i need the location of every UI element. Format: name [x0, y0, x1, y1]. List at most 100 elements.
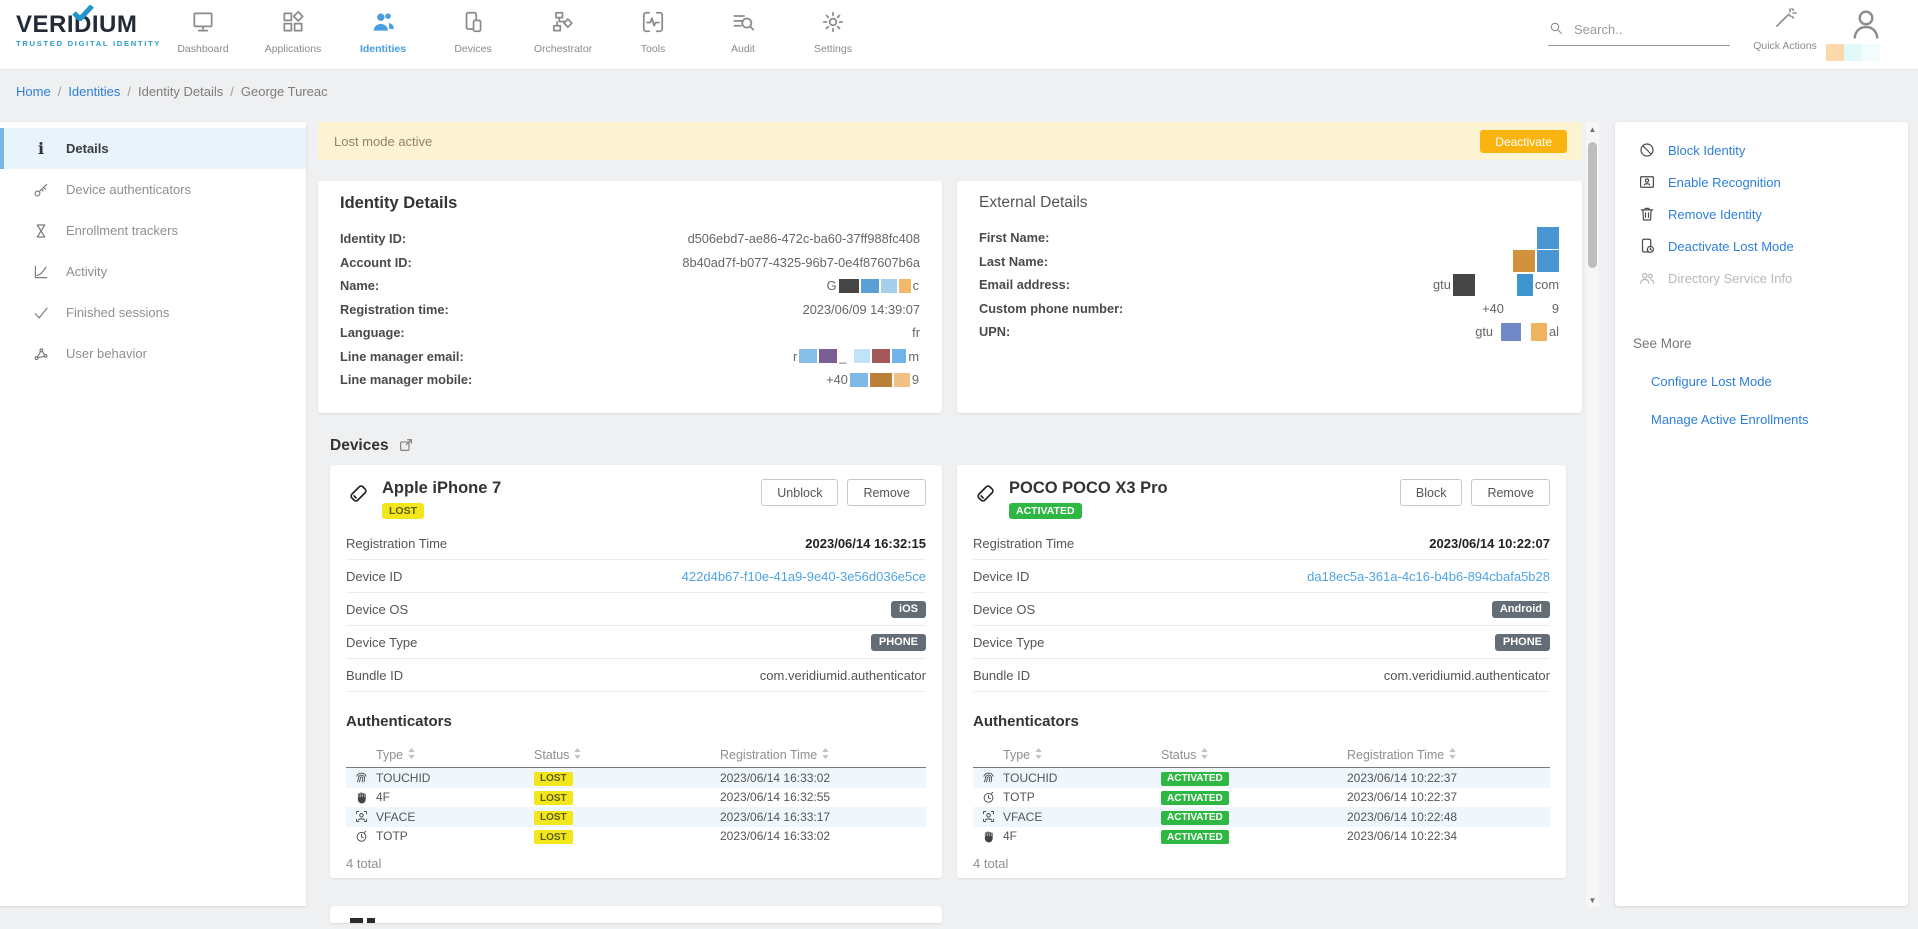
column-header-registration-time[interactable]: Registration Time	[720, 748, 926, 762]
action-enable-recognition[interactable]: Enable Recognition	[1615, 166, 1908, 198]
device-field-label: Device Type	[346, 635, 417, 650]
user-menu[interactable]	[1848, 6, 1884, 45]
authenticator-row[interactable]: TOTPACTIVATED2023/06/14 10:22:37	[973, 788, 1550, 808]
see-more-link-configure-lost-mode[interactable]: Configure Lost Mode	[1651, 374, 1908, 389]
redacted-block	[839, 279, 859, 293]
remove-button[interactable]: Remove	[847, 479, 926, 506]
authenticator-row[interactable]: 4FLOST2023/06/14 16:32:55	[346, 788, 926, 808]
authenticator-status: ACTIVATED	[1161, 809, 1347, 825]
authenticator-row[interactable]: TOUCHIDACTIVATED2023/06/14 10:22:37	[973, 768, 1550, 788]
redacted-block	[872, 349, 890, 363]
field-label: Name:	[340, 278, 379, 293]
logo-check-icon	[72, 5, 94, 21]
magic-wand-icon	[1773, 6, 1797, 33]
nav-item-identities[interactable]: Identities	[338, 7, 428, 55]
clock-icon	[346, 829, 376, 844]
authenticator-status: ACTIVATED	[1161, 829, 1347, 845]
authenticator-type: 4F	[376, 790, 534, 804]
column-header-type[interactable]: Type	[1003, 748, 1161, 762]
block-button[interactable]: Block	[1400, 479, 1463, 506]
field-value: fr	[405, 325, 920, 340]
brand-tagline: TRUSTED DIGITAL IDENTITY	[16, 39, 166, 48]
action-deactivate-lost-mode[interactable]: Deactivate Lost Mode	[1615, 230, 1908, 262]
device-field-row: Registration Time2023/06/14 10:22:07	[973, 527, 1550, 560]
field-row: Account ID:8b40ad7f-b077-4325-96b7-0e4f8…	[340, 251, 920, 275]
scroll-down-arrow[interactable]: ▼	[1586, 893, 1599, 907]
nav-item-applications[interactable]: Applications	[248, 7, 338, 55]
authenticator-status: LOST	[534, 790, 720, 806]
device-id-link[interactable]: 422d4b67-f10e-41a9-9e40-3e56d036e5ce	[682, 569, 926, 584]
face-scan-icon	[973, 809, 1003, 824]
column-header-status[interactable]: Status	[1161, 748, 1347, 762]
sidebar-item-finished-sessions[interactable]: Finished sessions	[0, 292, 306, 333]
external-link-icon[interactable]	[398, 437, 414, 456]
trash-icon	[1637, 205, 1656, 224]
field-label: Email address:	[979, 277, 1070, 292]
nav-item-settings[interactable]: Settings	[788, 7, 878, 55]
identity-details-card: Identity Details Identity ID:d506ebd7-ae…	[318, 181, 942, 413]
device-field-value: Android	[1035, 600, 1550, 618]
redacted-block	[892, 349, 906, 363]
field-row: Last Name:	[979, 250, 1560, 274]
action-remove-identity[interactable]: Remove Identity	[1615, 198, 1908, 230]
sidebar-item-activity[interactable]: Activity	[0, 251, 306, 292]
see-more-link-manage-active-enrollments[interactable]: Manage Active Enrollments	[1651, 412, 1908, 427]
authenticator-time: 2023/06/14 16:33:02	[720, 771, 926, 785]
authenticator-type: VFACE	[376, 810, 534, 824]
unblock-button[interactable]: Unblock	[761, 479, 838, 506]
nav-item-devices[interactable]: Devices	[428, 7, 518, 55]
sidebar-item-enrollment-trackers[interactable]: Enrollment trackers	[0, 210, 306, 251]
nav-item-label: Orchestrator	[534, 43, 592, 55]
authenticator-row[interactable]: 4FACTIVATED2023/06/14 10:22:34	[973, 827, 1550, 847]
quick-actions-button[interactable]: Quick Actions	[1742, 6, 1828, 52]
sidebar-item-device-authenticators[interactable]: Device authenticators	[0, 169, 306, 210]
breadcrumb-home[interactable]: Home	[16, 84, 51, 99]
search-input[interactable]	[1574, 22, 1714, 37]
nav-item-dashboard[interactable]: Dashboard	[158, 7, 248, 55]
nav-item-label: Applications	[265, 43, 322, 55]
authenticator-row[interactable]: TOUCHIDLOST2023/06/14 16:33:02	[346, 768, 926, 788]
sidebar-item-label: Device authenticators	[66, 182, 191, 197]
nav-item-audit[interactable]: Audit	[698, 7, 788, 55]
sidebar-item-user-behavior[interactable]: User behavior	[0, 333, 306, 374]
nav-item-tools[interactable]: Tools	[608, 7, 698, 55]
deactivate-button[interactable]: Deactivate	[1480, 130, 1567, 153]
authenticator-row[interactable]: VFACELOST2023/06/14 16:33:17	[346, 807, 926, 827]
breadcrumb-identities[interactable]: Identities	[68, 84, 120, 99]
status-badge: ACTIVATED	[1161, 772, 1229, 786]
nav-item-orchestrator[interactable]: Orchestrator	[518, 7, 608, 55]
scroll-thumb[interactable]	[1588, 142, 1597, 268]
scrollbar[interactable]: ▲ ▼	[1586, 122, 1599, 907]
sidebar-item-label: Details	[66, 141, 109, 156]
identity-details-title: Identity Details	[340, 194, 920, 213]
tools-icon	[640, 7, 666, 37]
redacted-block	[861, 279, 879, 293]
remove-button[interactable]: Remove	[1471, 479, 1550, 506]
device-field-row: Bundle IDcom.veridiumid.authenticator	[973, 659, 1550, 692]
scroll-up-arrow[interactable]: ▲	[1586, 122, 1599, 136]
field-row: Line manager email:r_m	[340, 345, 920, 369]
key-icon	[31, 180, 51, 200]
user-name-redacted	[1826, 44, 1880, 61]
column-header-status[interactable]: Status	[534, 748, 720, 762]
authenticator-row[interactable]: VFACEACTIVATED2023/06/14 10:22:48	[973, 807, 1550, 827]
orchestrator-icon	[550, 7, 576, 37]
column-header-type[interactable]: Type	[376, 748, 534, 762]
field-value: Gc	[379, 278, 920, 293]
authenticator-row[interactable]: TOTPLOST2023/06/14 16:33:02	[346, 827, 926, 847]
brand-logo[interactable]: VERIDIUM TRUSTED DIGITAL IDENTITY	[16, 12, 166, 48]
device-phone-badge: PHONE	[1495, 634, 1550, 651]
devices-section-header: Devices	[330, 435, 1582, 457]
breadcrumb-separator: /	[127, 84, 131, 99]
device-field-row: Device ID422d4b67-f10e-41a9-9e40-3e56d03…	[346, 560, 926, 593]
authenticator-time: 2023/06/14 10:22:37	[1347, 790, 1550, 804]
device-field-row: Registration Time2023/06/14 16:32:15	[346, 527, 926, 560]
sidebar-item-details[interactable]: iDetails	[0, 128, 306, 169]
sort-icon	[574, 748, 581, 762]
device-id-link[interactable]: da18ec5a-361a-4c16-b4b6-894cbafa5b28	[1307, 569, 1550, 584]
lost-mode-text: Lost mode active	[334, 134, 432, 149]
device-field-label: Device ID	[973, 569, 1029, 584]
field-value	[1049, 227, 1560, 249]
action-block-identity[interactable]: Block Identity	[1615, 134, 1908, 166]
column-header-registration-time[interactable]: Registration Time	[1347, 748, 1550, 762]
